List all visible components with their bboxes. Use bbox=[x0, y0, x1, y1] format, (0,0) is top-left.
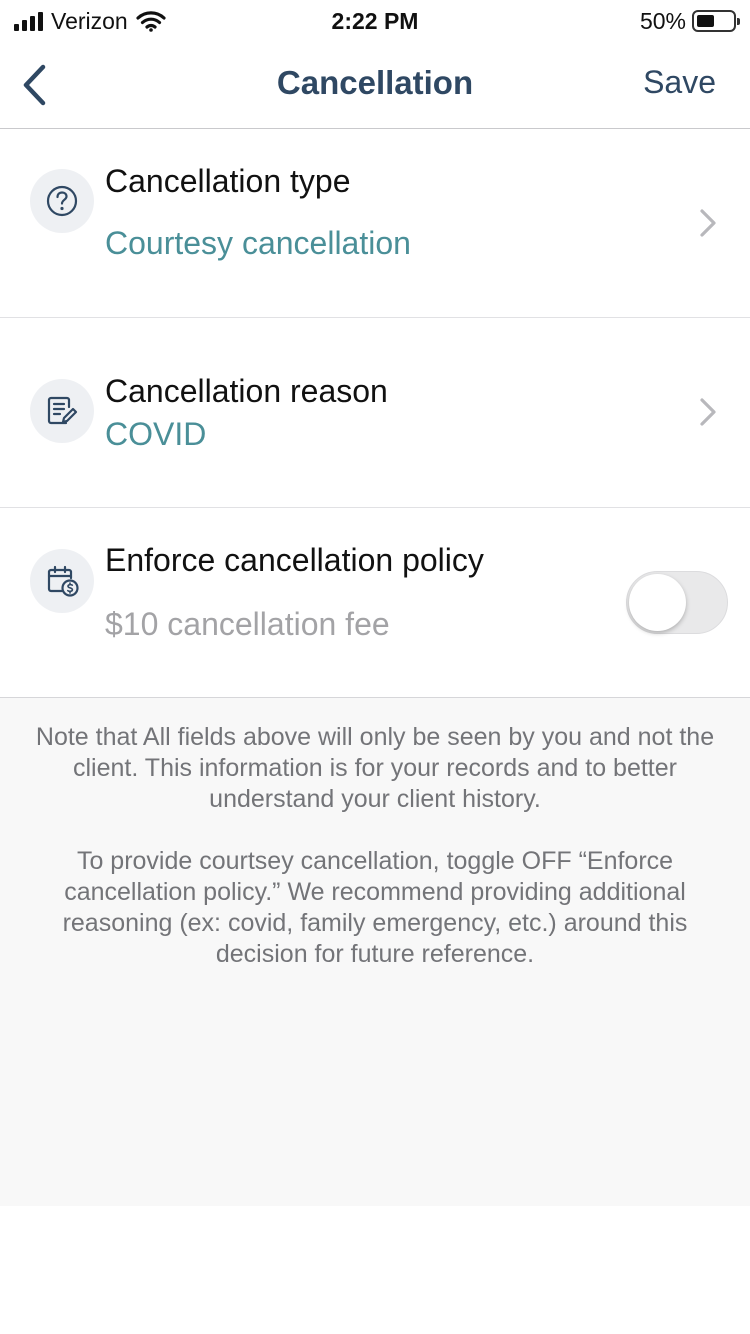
note-section: Note that All fields above will only be … bbox=[0, 698, 750, 1206]
privacy-note: Note that All fields above will only be … bbox=[35, 723, 715, 813]
enforce-policy-toggle[interactable] bbox=[626, 571, 728, 634]
cancellation-type-value: Courtesy cancellation bbox=[105, 225, 411, 261]
cancellation-reason-value: COVID bbox=[105, 416, 207, 452]
save-button[interactable]: Save bbox=[643, 64, 716, 101]
cancellation-reason-label: Cancellation reason bbox=[105, 373, 388, 409]
toggle-knob bbox=[629, 574, 686, 631]
calendar-dollar-icon bbox=[30, 549, 94, 613]
enforce-policy-row: Enforce cancellation policy $10 cancella… bbox=[0, 508, 750, 698]
question-circle-icon bbox=[30, 169, 94, 233]
cancellation-reason-row[interactable]: Cancellation reason COVID bbox=[0, 318, 750, 508]
note-edit-icon bbox=[30, 379, 94, 443]
courtesy-instructions-note: To provide courtsey cancellation, toggle… bbox=[62, 847, 688, 968]
enforce-policy-label: Enforce cancellation policy bbox=[105, 542, 484, 578]
status-time: 2:22 PM bbox=[331, 8, 419, 34]
status-bar: Verizon 2:22 PM 50% bbox=[0, 0, 750, 42]
battery-icon bbox=[692, 10, 740, 32]
battery-percentage: 50% bbox=[639, 7, 686, 34]
cancellation-type-label: Cancellation type bbox=[105, 163, 351, 199]
cancellation-type-row[interactable]: Cancellation type Courtesy cancellation bbox=[0, 129, 750, 318]
chevron-right-icon bbox=[696, 205, 720, 241]
status-right: 50% bbox=[639, 7, 740, 34]
page-title: Cancellation bbox=[276, 64, 474, 101]
nav-bar: Cancellation Save bbox=[0, 42, 750, 129]
chevron-right-icon bbox=[696, 394, 720, 430]
cancellation-fee-text: $10 cancellation fee bbox=[105, 606, 390, 642]
